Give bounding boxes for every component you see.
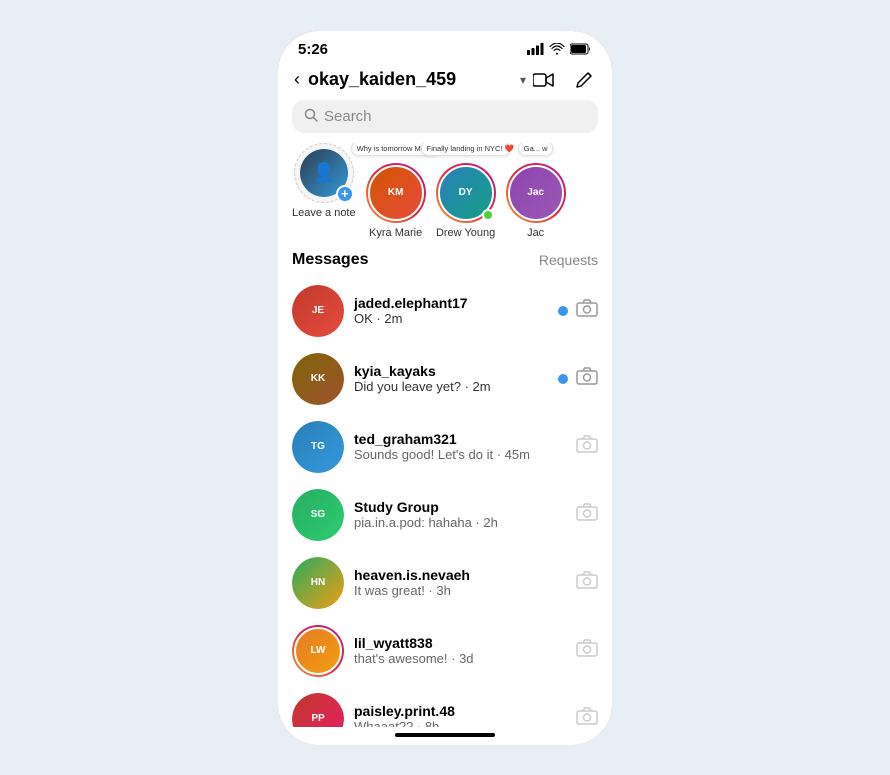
msg-right-actions [576,435,598,459]
story-item-drew-young[interactable]: Finally landing in NYC! ❤️ DY Drew Young [436,143,496,239]
stories-row: 👤 + Leave a note Why is tomorrow Monday!… [278,143,612,251]
msg-content-study-group: Study Group pia.in.a.pod: hahaha · 2h [354,499,566,530]
msg-preview: pia.in.a.pod: hahaha · 2h [354,515,566,530]
camera-icon[interactable] [576,367,598,391]
camera-icon[interactable] [576,639,598,663]
story-label-jac: Jac [527,227,544,239]
msg-right-actions [576,707,598,727]
msg-username: heaven.is.nevaeh [354,567,566,583]
search-bar[interactable]: Search [292,100,598,133]
story-item-kyra-marie[interactable]: Why is tomorrow Monday!? 😑 KM Kyra Marie [366,143,426,239]
msg-username: paisley.print.48 [354,703,566,719]
search-icon [304,108,318,125]
msg-content-lil-wyatt: lil_wyatt838 that's awesome! · 3d [354,635,566,666]
msg-right-actions [576,639,598,663]
phone-screen: 5:26 [278,31,612,745]
signal-icon [527,43,544,55]
unread-dot [558,306,568,316]
camera-icon[interactable] [576,571,598,595]
section-header-messages: Messages Requests [278,251,612,277]
phone-frame: 5:26 [275,28,615,748]
wifi-icon [549,43,565,55]
msg-preview: Did you leave yet? · 2m [354,379,548,394]
back-button[interactable]: ‹ [294,69,300,90]
messages-section-title: Messages [292,251,369,269]
story-label-drew-young: Drew Young [436,227,495,239]
story-label-add-note: Leave a note [292,207,356,219]
search-placeholder: Search [324,108,372,125]
video-icon[interactable] [532,68,556,92]
msg-preview: OK · 2m [354,311,548,326]
story-item-jac[interactable]: Ga... w Jac Jac [506,143,566,239]
message-item-heaven-nevaeh[interactable]: HN heaven.is.nevaeh It was great! · 3h [278,549,612,617]
home-indicator [395,733,495,737]
msg-username: kyia_kayaks [354,363,548,379]
story-note-drew: Finally landing in NYC! ❤️ [421,143,511,156]
message-item-ted-graham321[interactable]: TG ted_graham321 Sounds good! Let's do i… [278,413,612,481]
story-label-kyra-marie: Kyra Marie [369,227,422,239]
msg-content-jaded: jaded.elephant17 OK · 2m [354,295,548,326]
story-note-jac: Ga... w [518,143,554,156]
msg-content-paisley: paisley.print.48 Whaaat?? · 8h [354,703,566,727]
status-time: 5:26 [298,41,328,58]
msg-right-actions [558,299,598,323]
messages-list: JE jaded.elephant17 OK · 2m [278,277,612,727]
message-item-study-group[interactable]: SG Study Group pia.in.a.pod: hahaha · 2h [278,481,612,549]
message-item-jaded-elephant17[interactable]: JE jaded.elephant17 OK · 2m [278,277,612,345]
msg-username: lil_wyatt838 [354,635,566,651]
msg-right-actions [558,367,598,391]
username-title: okay_kaiden_459 [308,69,512,90]
msg-preview: It was great! · 3h [354,583,566,598]
add-plus-icon: + [336,185,354,203]
msg-content-heaven: heaven.is.nevaeh It was great! · 3h [354,567,566,598]
status-icons [527,43,592,55]
header: ‹ okay_kaiden_459 ▾ [278,62,612,100]
msg-preview: Whaaat?? · 8h [354,719,566,727]
msg-username: Study Group [354,499,566,515]
header-action-icons [532,68,596,92]
msg-right-actions [576,503,598,527]
msg-preview: Sounds good! Let's do it · 45m [354,447,566,462]
msg-preview: that's awesome! · 3d [354,651,566,666]
camera-icon[interactable] [576,503,598,527]
message-item-lil-wyatt838[interactable]: LW lil_wyatt838 that's awesome! · 3d [278,617,612,685]
msg-username: jaded.elephant17 [354,295,548,311]
camera-icon[interactable] [576,707,598,727]
compose-icon[interactable] [572,68,596,92]
camera-icon[interactable] [576,435,598,459]
msg-content-ted: ted_graham321 Sounds good! Let's do it ·… [354,431,566,462]
status-bar: 5:26 [278,31,612,62]
battery-icon [570,43,592,55]
msg-right-actions [576,571,598,595]
msg-content-kyia: kyia_kayaks Did you leave yet? · 2m [354,363,548,394]
chevron-icon[interactable]: ▾ [520,73,526,87]
msg-username: ted_graham321 [354,431,566,447]
message-item-kyia-kayaks[interactable]: KK kyia_kayaks Did you leave yet? · 2m [278,345,612,413]
story-item-add-note[interactable]: 👤 + Leave a note [292,143,356,239]
unread-dot [558,374,568,384]
online-dot [482,209,494,221]
message-item-paisley-print48[interactable]: PP paisley.print.48 Whaaat?? · 8h [278,685,612,727]
camera-icon[interactable] [576,299,598,323]
requests-link[interactable]: Requests [539,252,598,268]
